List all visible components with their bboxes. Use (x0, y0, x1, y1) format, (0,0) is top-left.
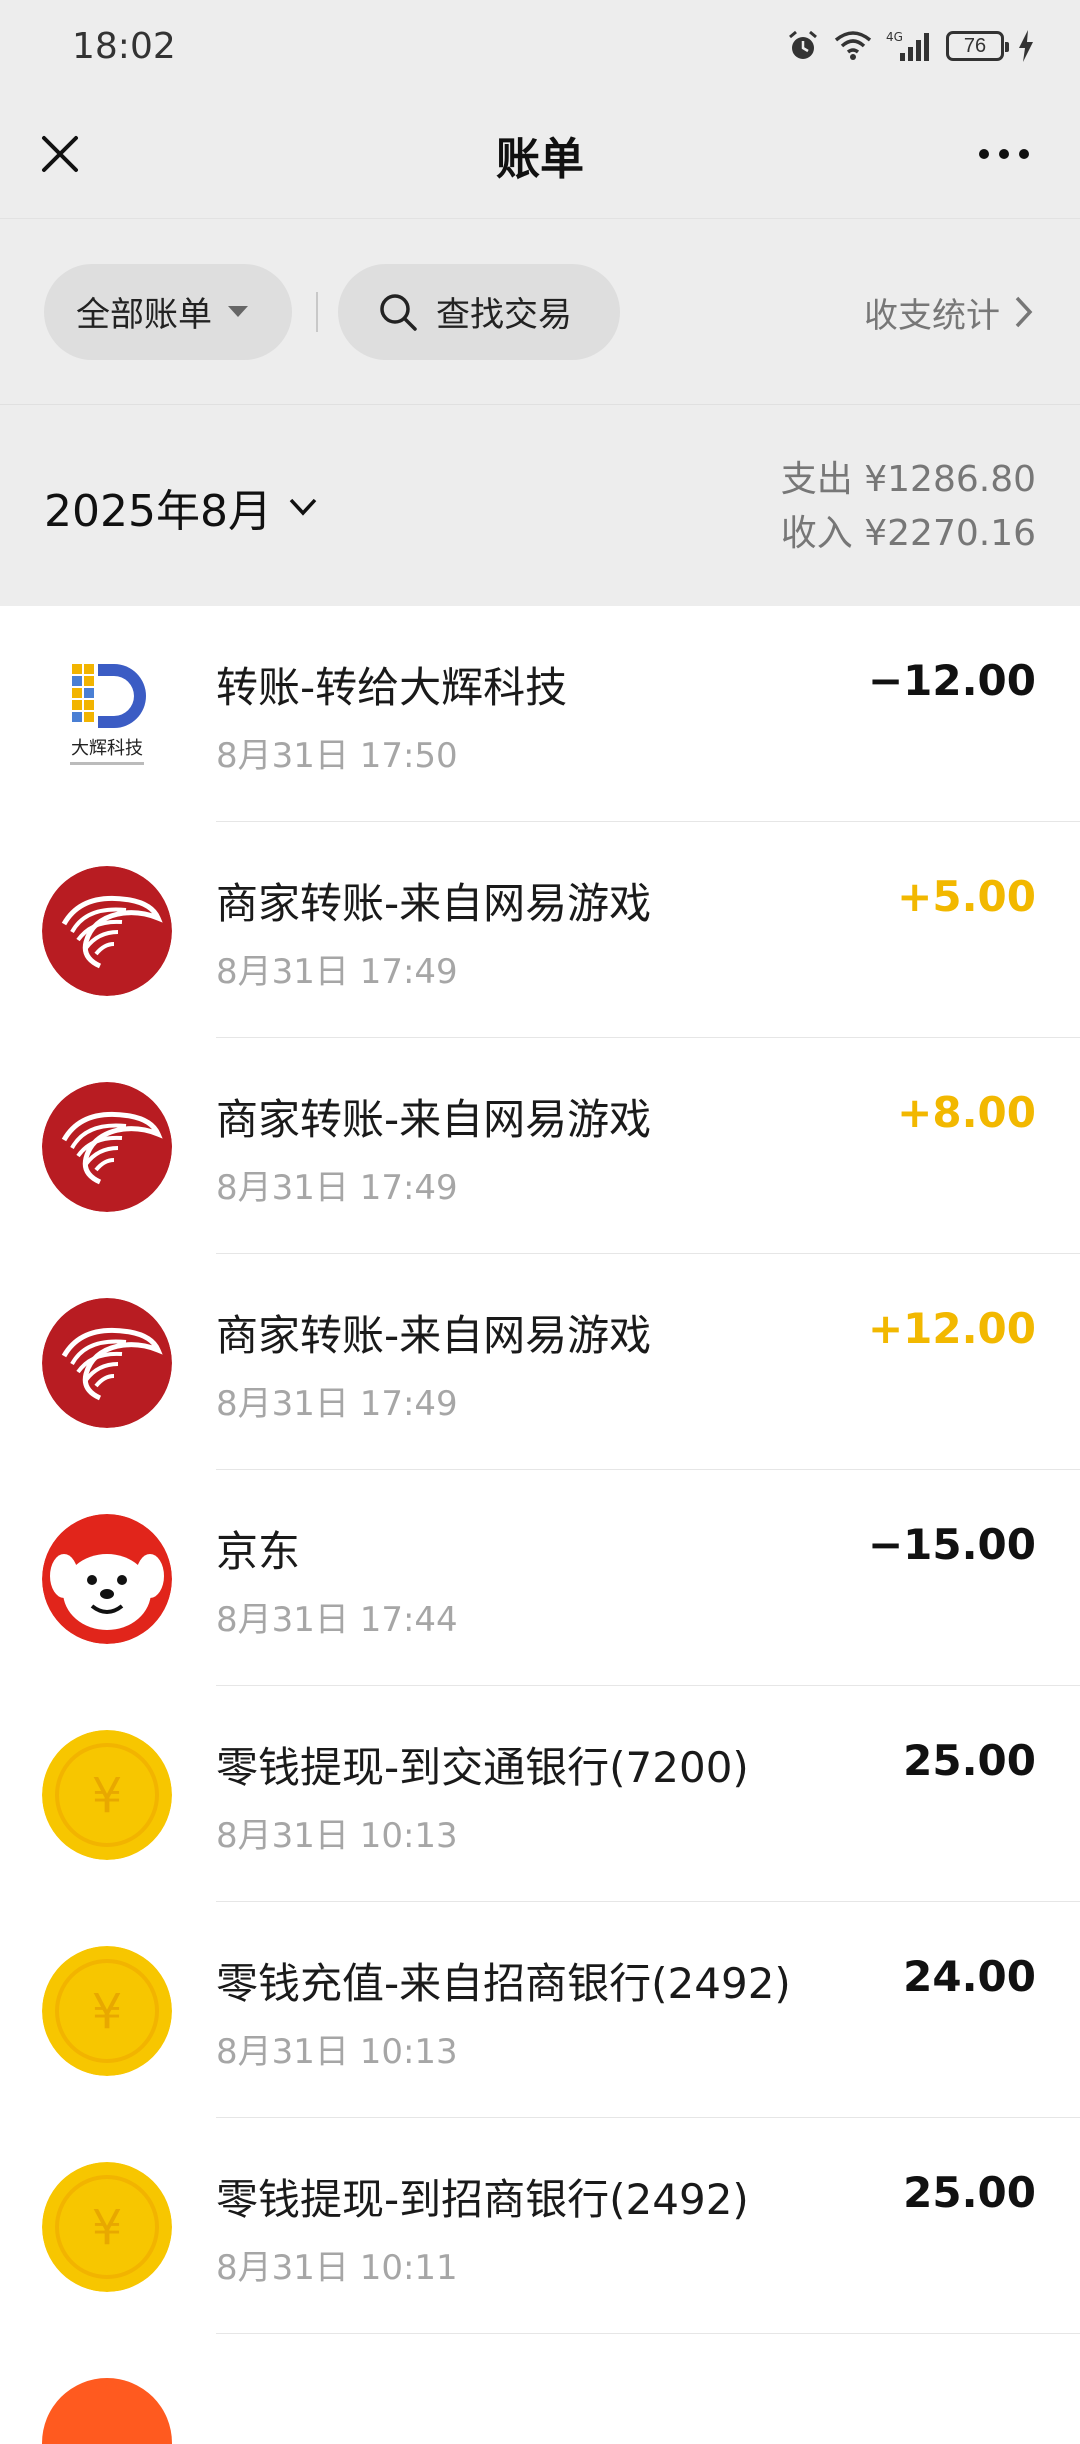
transaction-title: 零钱充值-来自招商银行(2492) (216, 1959, 791, 2008)
transaction-title: 京东 (216, 1527, 301, 1576)
nav-bar: 账单 (0, 92, 1080, 218)
transaction-title: 商家转账-来自网易游戏 (216, 879, 652, 928)
transaction-row[interactable]: 商家转账-来自网易游戏 8月31日 17:49 +5.00 (0, 822, 1080, 1038)
close-icon (42, 136, 78, 172)
expense-total: 支出 ¥1286.80 (780, 459, 1036, 500)
coin-symbol: ¥ (92, 1768, 123, 1824)
network-type: 4G (886, 30, 903, 44)
transaction-time: 8月31日 17:50 (216, 736, 458, 776)
yuan-coin-icon: ¥ (42, 1730, 172, 1860)
charging-icon (1019, 30, 1033, 62)
transaction-title: 商家转账-来自网易游戏 (216, 1095, 652, 1144)
dahui-tech-logo: 大辉科技 (42, 650, 172, 780)
search-transactions-button[interactable]: 查找交易 (338, 263, 620, 360)
transaction-time: 8月31日 17:44 (216, 1600, 458, 1640)
transaction-row-partial[interactable] (0, 2334, 1080, 2444)
month-label: 2025年8月 (44, 486, 272, 537)
status-bar: 18:02 4G 76 (0, 0, 1080, 92)
coin-symbol: ¥ (92, 2200, 123, 2256)
month-totals: 支出 ¥1286.80 收入 ¥2270.16 (781, 453, 1036, 561)
transaction-amount: −12.00 (867, 656, 1036, 705)
transaction-title: 转账-转给大辉科技 (216, 663, 568, 712)
transaction-title: 零钱提现-到交通银行(7200) (216, 1743, 749, 1792)
search-icon (380, 293, 417, 331)
transaction-row[interactable]: 商家转账-来自网易游戏 8月31日 17:49 +12.00 (0, 1254, 1080, 1470)
more-dot-icon (979, 149, 989, 159)
transaction-list: 大辉科技 转账-转给大辉科技 8月31日 17:50 −12.00 商家转账-来… (0, 606, 1080, 2444)
transaction-amount: 24.00 (903, 1952, 1036, 2001)
alarm-icon (789, 30, 817, 59)
yuan-coin-icon: ¥ (42, 2162, 172, 2292)
transaction-time: 8月31日 10:13 (216, 1816, 458, 1856)
income-total: 收入 ¥2270.16 (780, 513, 1036, 554)
transaction-time: 8月31日 10:11 (216, 2248, 458, 2288)
filter-bar: 全部账单 查找交易 收支统计 (0, 218, 1080, 404)
transaction-time: 8月31日 17:49 (216, 1168, 458, 1208)
logo-text: 大辉科技 (71, 738, 143, 759)
jd-joy-dog-logo (42, 1514, 172, 1644)
battery-icon: 76 (946, 31, 1009, 61)
signal-icon: 4G (886, 30, 929, 61)
kuaishou-logo (42, 2378, 172, 2444)
search-label: 查找交易 (436, 295, 572, 335)
transaction-row[interactable]: 大辉科技 转账-转给大辉科技 8月31日 17:50 −12.00 (0, 606, 1080, 822)
transaction-row[interactable]: 商家转账-来自网易游戏 8月31日 17:49 +8.00 (0, 1038, 1080, 1254)
transaction-row[interactable]: ¥ 零钱充值-来自招商银行(2492) 8月31日 10:13 24.00 (0, 1902, 1080, 2118)
transaction-row[interactable]: ¥ 零钱提现-到招商银行(2492) 8月31日 10:11 25.00 (0, 2118, 1080, 2334)
transaction-amount: +5.00 (897, 872, 1036, 921)
netease-games-logo (42, 866, 172, 996)
battery-level: 76 (963, 34, 987, 57)
income-expense-stats-link[interactable]: 收支统计 (864, 219, 1034, 405)
transaction-title: 商家转账-来自网易游戏 (216, 1311, 652, 1360)
chevron-right-icon (1015, 296, 1033, 328)
wifi-icon (834, 31, 872, 60)
transaction-amount: +12.00 (867, 1304, 1036, 1353)
netease-games-logo (42, 1082, 172, 1212)
stats-label: 收支统计 (864, 295, 1000, 336)
caret-down-icon (228, 306, 248, 317)
month-summary: 2025年8月 支出 ¥1286.80 收入 ¥2270.16 (0, 404, 1080, 606)
transaction-row[interactable]: 京东 8月31日 17:44 −15.00 (0, 1470, 1080, 1686)
netease-games-logo (42, 1298, 172, 1428)
more-options-button[interactable] (964, 132, 1044, 176)
status-icons: 4G 76 (786, 29, 1034, 63)
more-dot-icon (999, 149, 1009, 159)
yuan-coin-icon: ¥ (42, 1946, 172, 2076)
transaction-time: 8月31日 10:13 (216, 2032, 458, 2072)
transaction-amount: 25.00 (903, 2168, 1036, 2217)
transaction-amount: +8.00 (897, 1088, 1036, 1137)
transaction-amount: 25.00 (903, 1736, 1036, 1785)
transaction-amount: −15.00 (867, 1520, 1036, 1569)
all-bills-label: 全部账单 (76, 295, 212, 335)
transaction-row[interactable]: ¥ 零钱提现-到交通银行(7200) 8月31日 10:13 25.00 (0, 1686, 1080, 1902)
all-bills-filter[interactable]: 全部账单 (44, 263, 292, 360)
status-time: 18:02 (72, 25, 176, 67)
divider (316, 291, 318, 332)
month-selector[interactable]: 2025年8月 (44, 475, 318, 539)
transaction-time: 8月31日 17:49 (216, 952, 458, 992)
chevron-down-icon (289, 498, 317, 516)
more-dot-icon (1019, 149, 1029, 159)
transaction-title: 零钱提现-到招商银行(2492) (216, 2175, 749, 2224)
coin-symbol: ¥ (92, 1984, 123, 2040)
close-button[interactable] (30, 124, 90, 184)
page-title: 账单 (496, 134, 584, 185)
transaction-time: 8月31日 17:49 (216, 1384, 458, 1424)
